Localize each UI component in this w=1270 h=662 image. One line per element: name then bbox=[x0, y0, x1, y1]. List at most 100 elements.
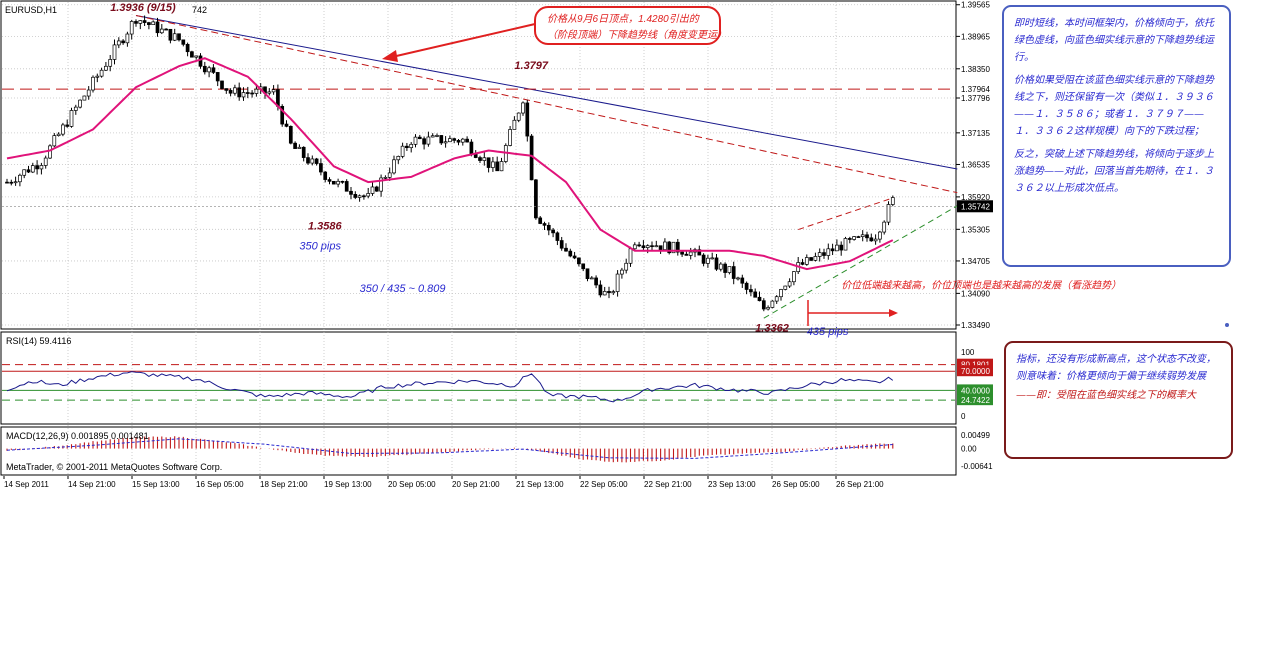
macd-axis-label: 0.00 bbox=[961, 445, 977, 454]
candle-body bbox=[95, 75, 100, 78]
candle-body bbox=[731, 266, 736, 279]
candle-body bbox=[804, 257, 809, 265]
candle-body bbox=[783, 285, 788, 290]
candle-body bbox=[387, 172, 392, 178]
level-tag-value: 1.37964 bbox=[961, 85, 990, 94]
candle-body bbox=[602, 291, 607, 296]
candle-body bbox=[680, 251, 684, 255]
candle-body bbox=[843, 238, 848, 251]
candle-body bbox=[714, 257, 719, 270]
price-axis-label: 1.38350 bbox=[961, 65, 990, 74]
candle-body bbox=[65, 124, 70, 127]
candle-body bbox=[233, 87, 237, 94]
candle-body bbox=[35, 165, 39, 170]
candle-body bbox=[435, 135, 439, 137]
rsi-pane-frame bbox=[0, 331, 957, 425]
analysis-note-box: 即时短线，本时间框架内，价格倾向于，依托绿色虚线，向蓝色细实线示意的下降趋势线运… bbox=[1002, 5, 1231, 267]
candle-body bbox=[761, 300, 766, 310]
candle-body bbox=[78, 99, 82, 108]
candle-body bbox=[400, 145, 405, 157]
candle-body bbox=[417, 136, 422, 140]
time-axis-label: 26 Sep 21:00 bbox=[836, 480, 884, 489]
candle-body bbox=[482, 157, 487, 161]
candle-body bbox=[830, 248, 835, 252]
candle-body bbox=[628, 248, 633, 264]
candle-body bbox=[151, 21, 156, 26]
candle-body bbox=[701, 254, 706, 264]
time-axis-label: 23 Sep 13:00 bbox=[708, 480, 756, 489]
candle-body bbox=[314, 158, 319, 164]
candle-body bbox=[284, 123, 289, 127]
candle-body bbox=[865, 234, 869, 239]
time-axis-label: 15 Sep 13:00 bbox=[132, 480, 180, 489]
candle-body bbox=[177, 33, 181, 41]
candle-body bbox=[800, 262, 805, 265]
candle-body bbox=[766, 307, 770, 310]
candle-body bbox=[331, 180, 336, 185]
candle-body bbox=[116, 40, 121, 46]
candle-body bbox=[572, 255, 577, 259]
candle-body bbox=[478, 157, 482, 161]
candle-body bbox=[439, 135, 444, 144]
price-axis-label: 1.38965 bbox=[961, 32, 990, 41]
candle-body bbox=[869, 237, 874, 242]
candle-body bbox=[336, 180, 340, 185]
candle-body bbox=[202, 65, 207, 73]
candle-body bbox=[319, 163, 323, 173]
candle-body bbox=[430, 135, 435, 138]
candle-body bbox=[684, 253, 689, 256]
candle-body bbox=[409, 143, 414, 149]
note-paragraph-1: 即时短线，本时间框架内，价格倾向于，依托绿色虚线，向蓝色细实线示意的下降趋势线运… bbox=[1014, 18, 1214, 63]
candle-body bbox=[521, 102, 525, 114]
candle-body bbox=[245, 92, 250, 94]
candle-body bbox=[538, 217, 543, 224]
price-axis-label: 1.33490 bbox=[961, 321, 990, 330]
candle-body bbox=[516, 112, 521, 121]
candle-body bbox=[809, 257, 813, 261]
candle-body bbox=[641, 245, 646, 248]
candle-body bbox=[551, 229, 555, 234]
candle-body bbox=[147, 22, 151, 26]
candle-body bbox=[607, 291, 611, 294]
candle-body bbox=[774, 296, 779, 302]
price-axis-label: 1.37135 bbox=[961, 129, 990, 138]
candle-body bbox=[688, 251, 693, 256]
candle-body bbox=[860, 234, 865, 237]
price-axis-label: 1.39565 bbox=[961, 1, 990, 10]
price-annotation: 1.3362 bbox=[755, 322, 789, 334]
candle-body bbox=[542, 223, 547, 226]
price-axis-label: 1.34705 bbox=[961, 257, 990, 266]
rsi-level-tag-value: 70.0000 bbox=[961, 367, 990, 376]
candle-body bbox=[13, 181, 18, 184]
candle-body bbox=[718, 263, 723, 270]
candle-body bbox=[890, 197, 895, 205]
candle-body bbox=[632, 244, 637, 250]
candle-body bbox=[508, 129, 512, 146]
candle-body bbox=[327, 179, 332, 182]
candle-body bbox=[39, 165, 44, 170]
candle-body bbox=[534, 179, 538, 219]
candle-body bbox=[736, 277, 740, 280]
candle-body bbox=[211, 67, 216, 73]
time-axis-label: 20 Sep 21:00 bbox=[452, 480, 500, 489]
note-paragraph-3: 反之，突破上述下降趋势线，将倾向于逐步上涨趋势——对此，回落当首先期待，在１．３… bbox=[1014, 149, 1214, 194]
candle-body bbox=[779, 289, 783, 298]
candle-body bbox=[18, 174, 22, 183]
candle-body bbox=[740, 277, 745, 284]
candle-body bbox=[73, 106, 78, 111]
candle-body bbox=[181, 39, 186, 45]
mt4-chart-window: 1.3936 (9/15) 1.3797 1.3586 1.3362 350 pips 3… bbox=[0, 0, 1270, 657]
candle-body bbox=[654, 245, 659, 248]
candle-body bbox=[190, 51, 194, 58]
candle-body bbox=[293, 142, 297, 149]
time-axis-label: 19 Sep 13:00 bbox=[324, 480, 372, 489]
time-axis-label: 21 Sep 13:00 bbox=[516, 480, 564, 489]
time-axis-label: 26 Sep 05:00 bbox=[772, 480, 820, 489]
price-axis-label: 1.35305 bbox=[961, 225, 990, 234]
candle-body bbox=[306, 157, 310, 164]
callout-line-1: 价格从9月6日顶点，1.4280引出的 bbox=[547, 13, 700, 25]
candle-body bbox=[882, 221, 887, 233]
candle-body bbox=[706, 257, 710, 264]
candle-body bbox=[559, 240, 564, 249]
macd-axis-label: 0.00499 bbox=[961, 431, 990, 440]
